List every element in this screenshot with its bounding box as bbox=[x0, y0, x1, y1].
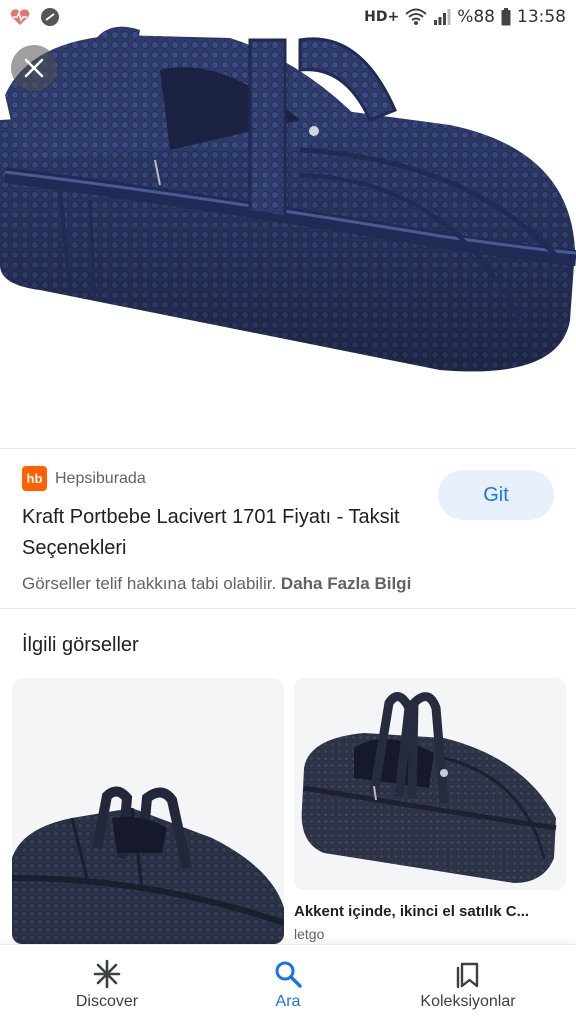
divider bbox=[0, 608, 576, 609]
heart-rate-icon bbox=[10, 9, 30, 25]
battery-icon bbox=[501, 8, 511, 26]
wifi-icon bbox=[405, 8, 427, 25]
source-row[interactable]: hb Hepsiburada bbox=[22, 466, 146, 491]
close-button[interactable] bbox=[11, 45, 57, 91]
nav-discover[interactable]: Discover bbox=[27, 945, 187, 1024]
close-icon bbox=[24, 58, 44, 78]
source-logo: hb bbox=[22, 466, 47, 491]
data-saver-icon bbox=[41, 8, 59, 26]
network-type: HD+ bbox=[364, 9, 400, 25]
nav-collections[interactable]: Koleksiyonlar bbox=[388, 945, 548, 1024]
status-system-info: HD+ %88 13:58 bbox=[364, 7, 566, 27]
related-image-card[interactable] bbox=[294, 678, 566, 890]
nav-label: Koleksiyonlar bbox=[420, 993, 516, 1010]
signal-icon bbox=[434, 9, 451, 25]
bottom-navigation: Discover Ara Koleksiyonlar bbox=[0, 944, 576, 1024]
related-image bbox=[12, 786, 284, 944]
battery-percent: %88 bbox=[457, 7, 495, 27]
related-image-source: letgo bbox=[294, 926, 325, 942]
related-image bbox=[301, 692, 557, 883]
status-bar: HD+ %88 13:58 bbox=[0, 0, 576, 34]
carrier-bag-image bbox=[0, 26, 576, 372]
search-icon bbox=[275, 961, 302, 988]
asterisk-icon bbox=[93, 959, 121, 989]
hero-image[interactable] bbox=[0, 0, 576, 448]
copyright-notice: Görseller telif hakkına tabi olabilir. D… bbox=[22, 574, 411, 594]
divider bbox=[0, 448, 576, 449]
collections-icon bbox=[456, 962, 479, 989]
more-info-link[interactable]: Daha Fazla Bilgi bbox=[281, 574, 411, 593]
status-notification-icons bbox=[10, 7, 60, 27]
visit-button[interactable]: Git bbox=[438, 470, 554, 520]
source-name: Hepsiburada bbox=[55, 469, 146, 487]
related-image-caption[interactable]: Akkent içinde, ikinci el satılık C... bbox=[294, 903, 564, 920]
nav-label: Discover bbox=[75, 993, 139, 1010]
nav-label: Ara bbox=[275, 993, 301, 1010]
related-images-heading: İlgili görseller bbox=[22, 634, 139, 656]
result-title[interactable]: Kraft Portbebe Lacivert 1701 Fiyatı - Ta… bbox=[22, 502, 412, 564]
copyright-text: Görseller telif hakkına tabi olabilir. bbox=[22, 574, 277, 593]
related-image-card[interactable] bbox=[12, 678, 284, 944]
nav-search[interactable]: Ara bbox=[208, 945, 368, 1024]
clock: 13:58 bbox=[517, 7, 566, 27]
